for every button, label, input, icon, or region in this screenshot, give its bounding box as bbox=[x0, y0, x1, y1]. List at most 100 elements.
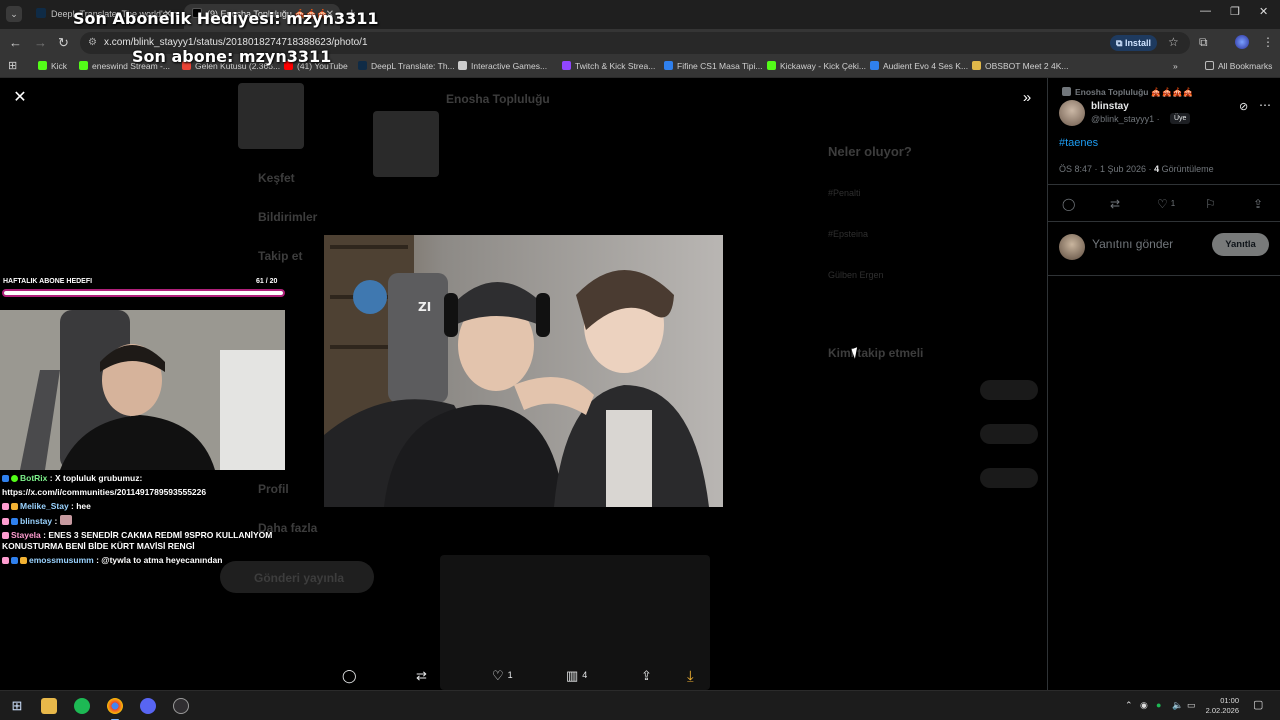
reply-input[interactable]: Yanıtını gönder bbox=[1092, 237, 1173, 251]
file-explorer-icon[interactable] bbox=[41, 698, 57, 714]
sub-goal-label: HAFTALIK ABONE HEDEFI bbox=[3, 278, 93, 285]
views-label: Görüntüleme bbox=[1161, 164, 1214, 174]
bookmark-item[interactable]: Interactive Games... bbox=[458, 61, 547, 71]
chat-message: BotRix : X topluluk grubumuz: bbox=[2, 473, 332, 485]
apps-icon[interactable]: ⊞ bbox=[8, 59, 17, 72]
background-nav-item: Bildirimler bbox=[258, 210, 318, 224]
collapse-panel-icon[interactable]: » bbox=[1017, 88, 1037, 108]
notification-icon[interactable]: ▢ bbox=[1253, 698, 1263, 711]
tray-overflow-icon[interactable]: ⌃ bbox=[1125, 700, 1133, 711]
post-photo[interactable]: ZI bbox=[324, 235, 723, 507]
system-clock[interactable]: 01:00 2.02.2026 bbox=[1205, 696, 1239, 716]
reload-button[interactable]: ↻ bbox=[58, 35, 69, 51]
all-bookmarks[interactable]: All Bookmarks bbox=[1205, 61, 1272, 71]
spotify-icon[interactable] bbox=[74, 698, 90, 714]
author-avatar[interactable] bbox=[1059, 100, 1085, 126]
profile-avatar[interactable] bbox=[1235, 35, 1249, 49]
site-info-icon[interactable]: ⚙ bbox=[88, 37, 97, 48]
kickaway-icon bbox=[767, 61, 776, 70]
check-icon bbox=[664, 61, 673, 70]
chrome-icon[interactable] bbox=[107, 698, 123, 720]
chat-message: Stayela : ENES 3 SENEDİR CAKMA REDMİ 9SP… bbox=[2, 529, 273, 552]
like-count: 1 bbox=[1170, 199, 1176, 208]
bookmark-item[interactable]: DeepL Translate: Th... bbox=[358, 61, 455, 71]
more-bookmarks-icon[interactable]: » bbox=[1173, 61, 1178, 71]
sub-goal-count: 61 / 20 bbox=[256, 278, 278, 285]
background-follow-title: Kimi takip etmeli bbox=[828, 346, 924, 360]
post-timestamp[interactable]: ÖS 8:47 · 1 Şub 2026 · bbox=[1059, 164, 1152, 174]
network-icon[interactable]: ▭ bbox=[1187, 700, 1196, 711]
close-window-button[interactable]: ✕ bbox=[1259, 5, 1268, 18]
check-icon bbox=[870, 61, 879, 70]
restore-button[interactable]: ❐ bbox=[1230, 5, 1240, 18]
chat-user: blinstay bbox=[20, 515, 53, 526]
extensions-icon[interactable]: ⧉ bbox=[1199, 35, 1208, 50]
heart-icon: ♡ bbox=[1157, 197, 1168, 211]
background-avatar bbox=[373, 111, 439, 177]
volume-icon[interactable]: 🔈 bbox=[1172, 700, 1183, 711]
bookmark-item[interactable]: Kickaway - Kick Çeki... bbox=[767, 61, 866, 71]
reply-submit-button[interactable]: Yanıtla bbox=[1212, 233, 1269, 256]
background-nav-item: Keşfet bbox=[258, 171, 295, 185]
views-chart-icon: ▥ bbox=[566, 668, 579, 683]
bookmark-item[interactable]: Fifine CS1 Masa Tipi... bbox=[664, 61, 763, 71]
sub-badge-icon bbox=[2, 557, 9, 565]
chat-text: ENES 3 SENEDİR CAKMA REDMİ 9SPRO KULLANİ… bbox=[2, 529, 273, 552]
background-post-label: Gönderi yayınla bbox=[254, 571, 345, 585]
bookmark-item[interactable]: OBSBOT Meet 2 4K... bbox=[972, 61, 1068, 71]
deepl-icon bbox=[36, 8, 46, 18]
chat-message: Melike_Stay : hee bbox=[2, 501, 332, 513]
bookmark-item[interactable]: Twitch & Kick Strea... bbox=[562, 61, 655, 71]
grok-icon[interactable]: ⊘ bbox=[1239, 100, 1248, 113]
heart-icon: ♡ bbox=[492, 668, 504, 683]
bookmark-star-icon[interactable]: ☆ bbox=[1168, 35, 1179, 49]
sub-goal-fill bbox=[4, 291, 283, 295]
more-options-icon[interactable]: ⋯ bbox=[1259, 98, 1271, 112]
bookmark-item[interactable]: Kick bbox=[38, 61, 67, 71]
share-icon[interactable]: ⇪ bbox=[641, 668, 652, 684]
bookmark-icon[interactable]: ⚐ bbox=[1205, 197, 1216, 211]
download-icon[interactable]: ⤓ bbox=[687, 668, 694, 685]
photo-illustration: ZI bbox=[324, 235, 723, 507]
author-handle[interactable]: @blink_stayyy1 · bbox=[1091, 114, 1160, 124]
emote-icon bbox=[59, 514, 72, 525]
spotify-tray-icon[interactable]: ● bbox=[1156, 700, 1161, 710]
steam-icon[interactable]: ◉ bbox=[1140, 700, 1148, 711]
repost-icon[interactable]: ⇄ bbox=[1110, 197, 1120, 211]
community-name[interactable]: Enosha Topluluğu 🎪🎪🎪🎪 bbox=[1075, 87, 1193, 98]
sub-badge-icon bbox=[2, 502, 9, 510]
windows-start-icon[interactable]: ⊞ bbox=[9, 698, 25, 714]
tab-search-icon[interactable]: ⌄ bbox=[6, 6, 22, 22]
clock-time: 01:00 bbox=[1220, 696, 1239, 705]
close-viewer-button[interactable]: ✕ bbox=[10, 88, 30, 108]
reply-icon[interactable]: ◯ bbox=[342, 668, 357, 684]
like-button[interactable]: ♡ 1 bbox=[492, 668, 513, 684]
post-hashtag[interactable]: #taenes bbox=[1059, 137, 1098, 149]
author-name[interactable]: blinstay bbox=[1091, 101, 1129, 112]
forward-button[interactable]: → bbox=[34, 35, 47, 50]
back-button[interactable]: ← bbox=[9, 35, 22, 50]
repost-icon[interactable]: ⇄ bbox=[416, 668, 427, 684]
minimize-button[interactable]: — bbox=[1200, 5, 1211, 17]
share-icon[interactable]: ⇪ bbox=[1253, 197, 1263, 211]
bookmark-item[interactable]: Audient Evo 4 Ses K... bbox=[870, 61, 968, 71]
install-app-button[interactable]: ⧉ Install bbox=[1110, 35, 1157, 51]
background-follow-button bbox=[980, 424, 1038, 444]
member-badge: Üye bbox=[1170, 113, 1191, 124]
background-follow-button bbox=[980, 380, 1038, 400]
chrome-menu-icon[interactable]: ⋮ bbox=[1262, 35, 1274, 49]
reply-icon[interactable]: ◯ bbox=[1062, 197, 1075, 211]
sub-badge-icon bbox=[2, 531, 9, 539]
background-trend: #Penalti bbox=[828, 188, 861, 198]
last-sub-overlay: Son abone: mzyn3311 bbox=[132, 47, 332, 66]
discord-icon[interactable] bbox=[140, 698, 156, 714]
background-trending-title: Neler oluyor? bbox=[828, 144, 912, 159]
background-trend: #Epsteina bbox=[828, 229, 869, 239]
views-button[interactable]: ▥ 4 bbox=[566, 668, 587, 684]
like-button[interactable]: ♡ 1 bbox=[1157, 197, 1175, 211]
gift-sub-overlay: Son Abonelik Hediyesi: mzyn3311 bbox=[73, 9, 379, 28]
svg-text:ZI: ZI bbox=[418, 300, 431, 314]
obs-icon[interactable] bbox=[173, 698, 189, 714]
background-nav-item: Takip et bbox=[258, 249, 303, 263]
install-label: Install bbox=[1124, 38, 1151, 48]
